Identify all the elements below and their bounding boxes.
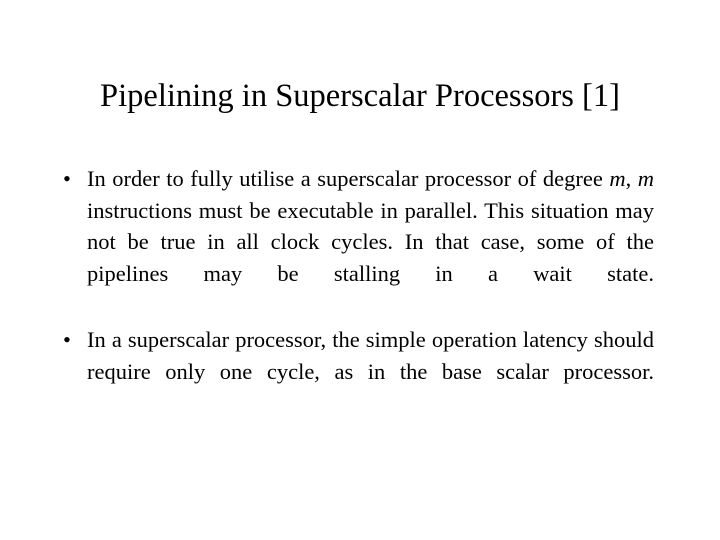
page-title: Pipelining in Superscalar Processors [1] xyxy=(100,78,620,114)
slide-canvas: Pipelining in Superscalar Processors [1]… xyxy=(0,0,720,540)
bullet-text-segment-italic: m xyxy=(609,166,626,191)
bullet-icon: • xyxy=(63,166,71,191)
list-item: • In a superscalar processor, the simple… xyxy=(62,324,654,419)
bullet-text-segment-italic: m xyxy=(637,166,655,191)
list-item: • In order to fully utilise a superscala… xyxy=(62,163,654,321)
bullet-icon: • xyxy=(63,327,71,353)
bullet-text-segment: In order to fully utilise a superscalar … xyxy=(87,166,610,191)
list-item-text: In a superscalar processor, the simple o… xyxy=(87,324,654,419)
bullet-text-segment: In a superscalar processor, the simple o… xyxy=(87,327,654,385)
bullet-list: • In order to fully utilise a superscala… xyxy=(62,163,654,419)
bullet-text-segment: instructions must be executable in paral… xyxy=(87,197,654,286)
bullet-text-segment: , xyxy=(625,166,638,191)
list-item-text: In order to fully utilise a superscalar … xyxy=(87,163,654,321)
